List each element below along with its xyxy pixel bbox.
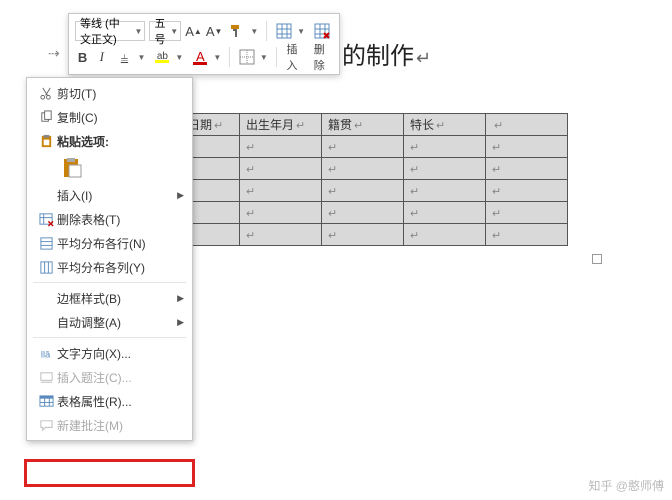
highlighted-item-indicator [24, 459, 195, 487]
caption-icon [35, 370, 57, 385]
highlight-button[interactable]: ab▼ [151, 46, 185, 68]
insert-button[interactable]: 插入 [283, 46, 306, 68]
menu-autofit[interactable]: 自动调整(A)▶ [27, 310, 192, 334]
table-row: ↵↵↵↵↵ [158, 224, 568, 246]
paragraph-mark-icon: ⇢ [48, 45, 60, 62]
table-row: ↵↵↵↵↵ [158, 136, 568, 158]
svg-text:llâ: llâ [40, 349, 50, 359]
format-painter-button[interactable]: ▼ [226, 20, 260, 42]
context-menu: 剪切(T) 复制(C) 粘贴选项: 插入(I)▶ 删除表格(T) 平均分布各行(… [26, 77, 193, 441]
cut-icon [35, 86, 57, 101]
increase-font-icon[interactable]: A▲ [185, 20, 202, 42]
table-properties-icon [35, 394, 57, 409]
font-color-button[interactable]: A▼ [189, 46, 223, 68]
menu-paste-options-header: 粘贴选项: [27, 129, 192, 153]
decrease-font-icon[interactable]: A▼ [206, 20, 223, 42]
distribute-cols-icon [35, 260, 57, 275]
table-row: ↵↵↵↵↵ [158, 202, 568, 224]
col-header: 特长 [410, 118, 434, 132]
menu-table-properties[interactable]: 表格属性(R)... [27, 389, 192, 413]
table-header-row: 入党日期↵ 出生年月↵ 籍贯↵ 特长↵ ↵ [158, 114, 568, 136]
delete-button[interactable]: 删除 [310, 46, 333, 68]
table-resize-handle[interactable] [592, 254, 602, 264]
menu-paste-option-1[interactable] [27, 153, 192, 183]
watermark: 知乎 @憨师傅 [588, 477, 664, 494]
mini-toolbar: 等线 (中文正文)▼ 五号▼ A▲ A▼ ▼ ▼ B I ⫨▼ ab▼ A▼ ▼… [68, 13, 340, 75]
borders-button[interactable]: ▼ [236, 46, 270, 68]
table-row: ↵↵↵↵↵ [158, 180, 568, 202]
menu-border-styles[interactable]: 边框样式(B)▶ [27, 286, 192, 310]
menu-distribute-rows[interactable]: 平均分布各行(N) [27, 231, 192, 255]
text-direction-icon: llâ [35, 346, 57, 361]
font-name-combo[interactable]: 等线 (中文正文)▼ [75, 21, 145, 41]
insert-table-button[interactable]: ▼ [273, 20, 307, 42]
data-table[interactable]: 入党日期↵ 出生年月↵ 籍贯↵ 特长↵ ↵ ↵↵↵↵↵ ↵↵↵↵↵ ↵↵↵↵↵ … [157, 113, 568, 246]
paste-icon [35, 134, 57, 149]
col-header: 籍贯 [328, 118, 352, 132]
table-row: ↵↵↵↵↵ [158, 158, 568, 180]
menu-insert[interactable]: 插入(I)▶ [27, 183, 192, 207]
menu-delete-table[interactable]: 删除表格(T) [27, 207, 192, 231]
distribute-rows-icon [35, 236, 57, 251]
menu-copy[interactable]: 复制(C) [27, 105, 192, 129]
menu-cut[interactable]: 剪切(T) [27, 81, 192, 105]
font-size-combo[interactable]: 五号▼ [149, 21, 181, 41]
italic-button[interactable]: I [94, 46, 109, 68]
bold-button[interactable]: B [75, 46, 90, 68]
menu-new-comment: 新建批注(M) [27, 413, 192, 437]
copy-icon [35, 110, 57, 125]
delete-table-button[interactable] [311, 20, 333, 42]
menu-distribute-cols[interactable]: 平均分布各列(Y) [27, 255, 192, 279]
comment-icon [35, 418, 57, 433]
document-title-fragment: 的制作↵ [342, 36, 431, 71]
underline-button[interactable]: ⫨▼ [113, 46, 147, 68]
menu-text-direction[interactable]: llâ文字方向(X)... [27, 341, 192, 365]
menu-insert-caption: 插入题注(C)... [27, 365, 192, 389]
col-header: 出生年月 [246, 118, 294, 132]
delete-table-icon [35, 212, 57, 227]
